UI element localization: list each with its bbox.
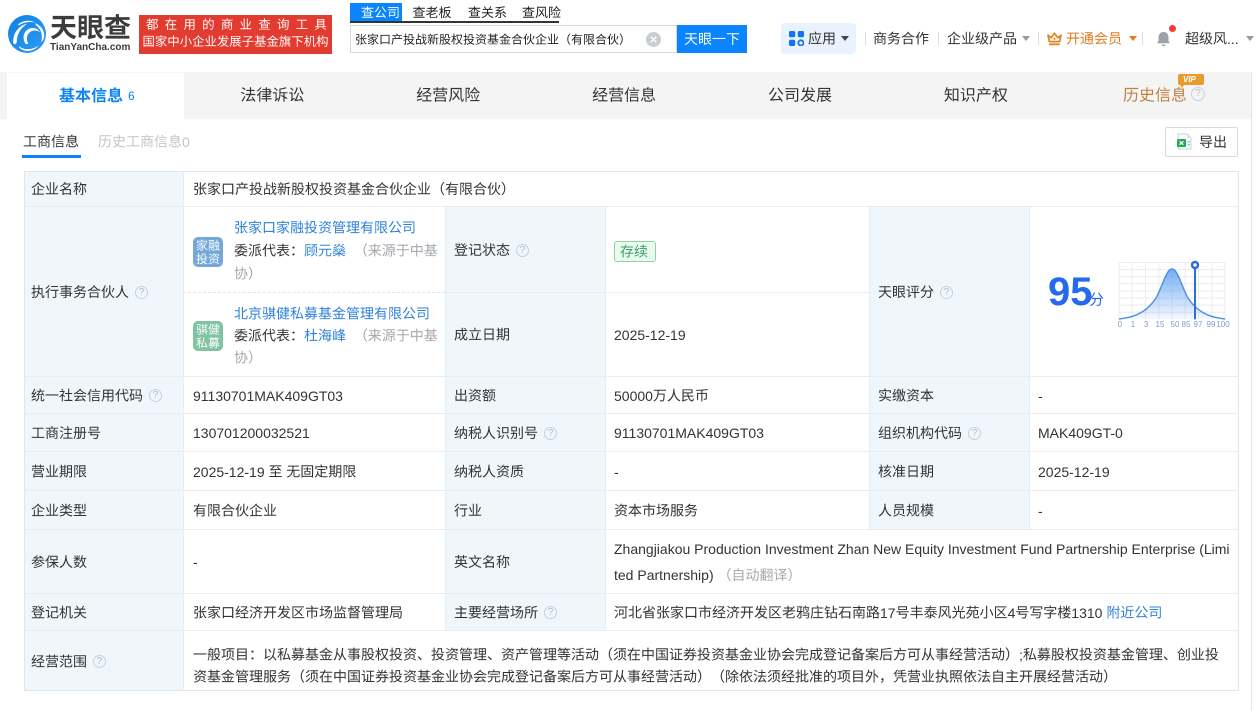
svg-text:1: 1: [1131, 320, 1136, 328]
svg-text:50: 50: [1171, 320, 1180, 328]
svg-text:85: 85: [1182, 320, 1191, 328]
svg-text:3: 3: [1144, 320, 1149, 328]
svg-text:99: 99: [1207, 320, 1216, 328]
svg-text:0: 0: [1118, 320, 1123, 328]
svg-text:15: 15: [1156, 320, 1165, 328]
svg-text:97: 97: [1194, 320, 1203, 328]
svg-text:100: 100: [1216, 320, 1230, 328]
